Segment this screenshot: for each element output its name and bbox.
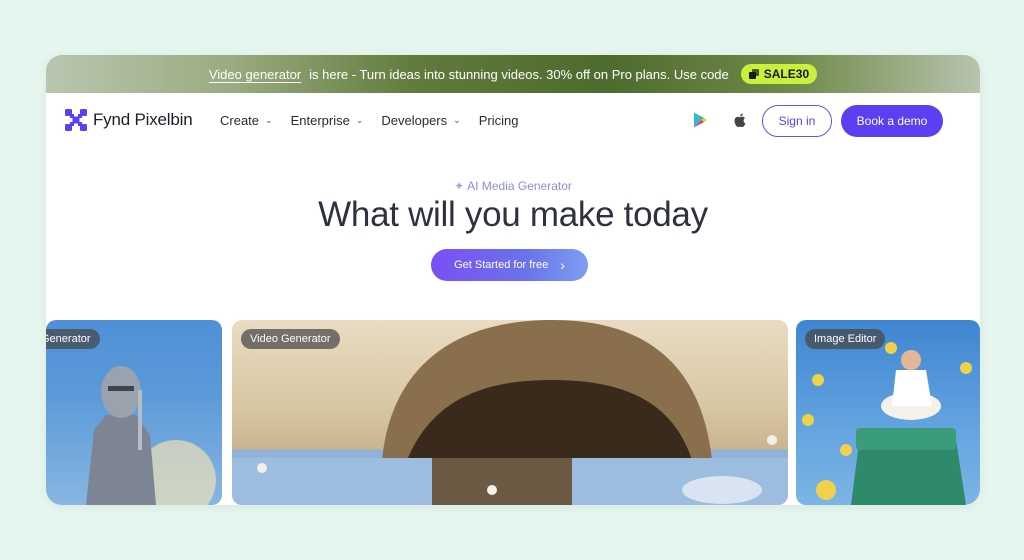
nav-item-label: Pricing <box>478 113 519 128</box>
video-generator-link[interactable]: Video generator <box>209 67 301 82</box>
pixelbin-logo-icon <box>65 109 87 131</box>
top-navigation: Fynd Pixelbin Create ⌄ Enterprise ⌄ Deve… <box>46 93 980 151</box>
nav-item-create[interactable]: Create ⌄ <box>220 113 273 128</box>
chevron-down-icon: ⌄ <box>265 115 273 125</box>
eyebrow-text: AI Media Generator <box>467 179 572 193</box>
promo-message: is here - Turn ideas into stunning video… <box>309 66 729 82</box>
sign-in-button[interactable]: Sign in <box>762 105 832 137</box>
feature-card-generator[interactable]: Generator <box>46 320 222 505</box>
brand-name: Fynd Pixelbin <box>93 110 193 129</box>
sparkle-icon: ✦ <box>454 179 465 193</box>
card-label-chip: Image Editor <box>805 329 886 349</box>
get-started-button[interactable]: Get Started for free › <box>431 249 588 281</box>
copy-icon <box>748 69 759 79</box>
card-label-chip: Generator <box>46 329 100 349</box>
nav-item-enterprise[interactable]: Enterprise ⌄ <box>291 113 364 128</box>
nav-item-label: Enterprise <box>290 113 350 128</box>
page-title: What will you make today <box>318 195 708 234</box>
feature-card-video-generator[interactable]: Video Generator <box>232 320 788 505</box>
hero-eyebrow: ✦ AI Media Generator <box>46 179 980 193</box>
google-play-icon[interactable] <box>691 111 709 129</box>
nav-item-pricing[interactable]: Pricing <box>479 113 519 128</box>
feature-card-image-editor[interactable]: Image Editor <box>796 320 980 505</box>
promo-code: SALE30 <box>763 67 810 81</box>
nav-item-developers[interactable]: Developers ⌄ <box>381 113 460 128</box>
brand-logo[interactable]: Fynd Pixelbin <box>64 108 193 132</box>
promo-banner: Video generator is here - Turn ideas int… <box>46 55 980 93</box>
cta-label: Get Started for free <box>454 259 549 271</box>
chevron-right-icon: › <box>560 257 565 273</box>
apple-icon[interactable] <box>731 111 749 129</box>
browser-frame: Video generator is here - Turn ideas int… <box>46 55 980 505</box>
promo-code-badge[interactable]: SALE30 <box>740 64 818 84</box>
book-demo-button[interactable]: Book a demo <box>841 105 943 137</box>
card-label-chip: Video Generator <box>241 329 340 349</box>
nav-item-label: Create <box>220 113 260 128</box>
nav-item-label: Developers <box>381 113 448 128</box>
chevron-down-icon: ⌄ <box>453 115 461 125</box>
chevron-down-icon: ⌄ <box>355 115 364 125</box>
main-menu: Create ⌄ Enterprise ⌄ Developers ⌄ Prici… <box>220 113 518 128</box>
